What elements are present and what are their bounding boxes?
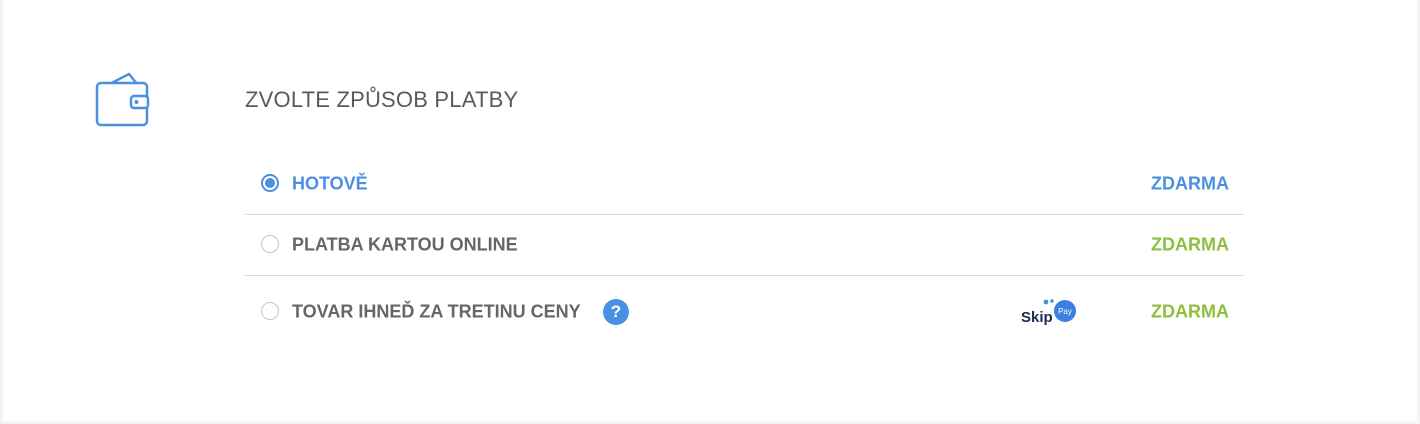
- payment-options-list: HOTOVĚ ZDARMA PLATBA KARTOU ONLINE ZDARM…: [245, 154, 1244, 348]
- payment-option-label: TOVAR IHNEĎ ZA TRETINU CENY: [292, 301, 581, 322]
- radio-cash[interactable]: [261, 174, 279, 192]
- payment-option-cash[interactable]: HOTOVĚ ZDARMA: [245, 154, 1244, 215]
- wallet-icon: [95, 72, 150, 127]
- payment-panel: ZVOLTE ZPŮSOB PLATBY HOTOVĚ ZDARMA PLATB…: [3, 0, 1417, 421]
- radio-skippay[interactable]: [261, 302, 279, 320]
- payment-option-label: PLATBA KARTOU ONLINE: [292, 234, 518, 255]
- payment-option-price: ZDARMA: [1151, 301, 1229, 322]
- payment-option-card-online[interactable]: PLATBA KARTOU ONLINE ZDARMA: [245, 215, 1244, 276]
- payment-option-label: HOTOVĚ: [292, 173, 368, 194]
- payment-option-price: ZDARMA: [1151, 234, 1229, 255]
- payment-option-skippay[interactable]: TOVAR IHNEĎ ZA TRETINU CENY ? Pay Skip Z…: [245, 276, 1244, 348]
- payment-option-price: ZDARMA: [1151, 173, 1229, 194]
- help-icon[interactable]: ?: [603, 299, 629, 325]
- skippay-logo: Pay Skip: [1021, 299, 1076, 326]
- radio-card-online[interactable]: [261, 235, 279, 253]
- skippay-badge-text: Pay: [1058, 307, 1072, 316]
- section-title: ZVOLTE ZPŮSOB PLATBY: [245, 87, 519, 112]
- skippay-word-text: Skip: [1021, 309, 1053, 326]
